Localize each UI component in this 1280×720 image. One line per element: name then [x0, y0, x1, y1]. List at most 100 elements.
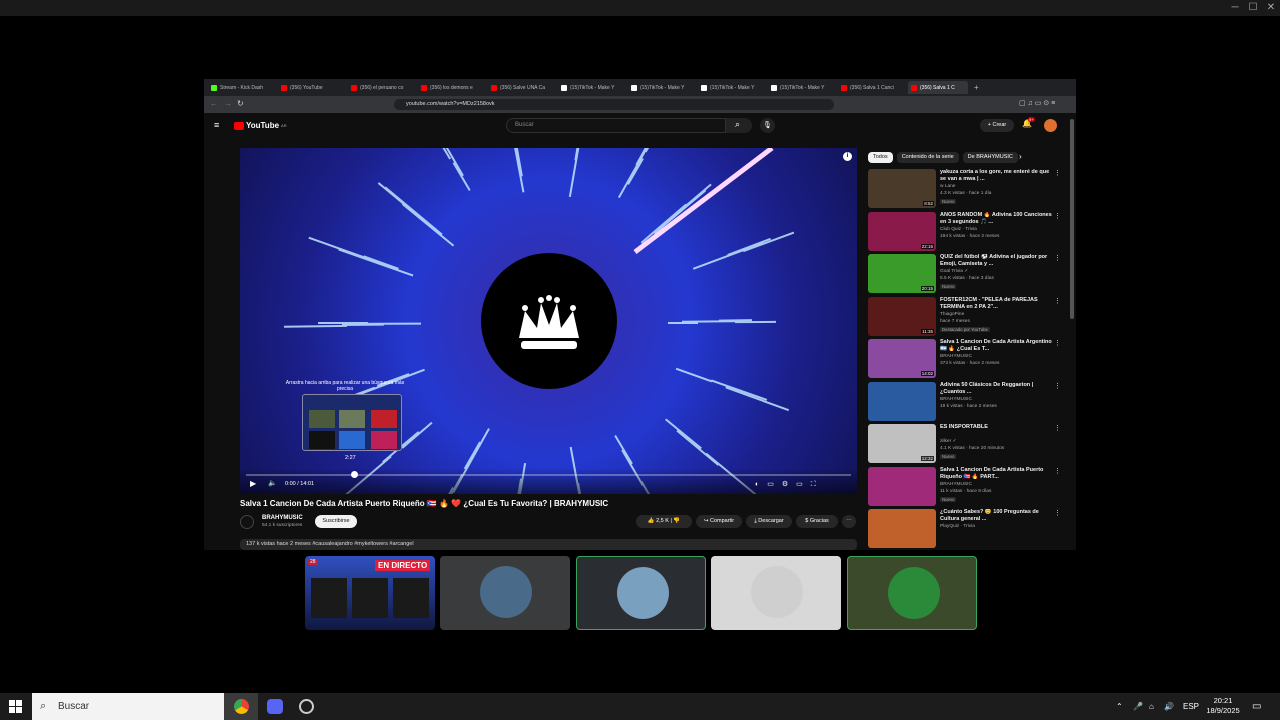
recommendation-title[interactable]: Salva 1 Cancion De Cada Artista Argentin…	[940, 339, 1052, 353]
browser-tab[interactable]: (356) Salva 1 C	[908, 81, 968, 94]
stream-tile[interactable]: EN DIRECTO 28	[305, 556, 435, 630]
description-box[interactable]: 137 k vistas hace 2 meses #causaleajandr…	[240, 539, 857, 550]
taskbar-search-label: Buscar	[58, 701, 90, 712]
channel-avatar[interactable]	[240, 515, 254, 529]
browser-tab[interactable]: (15)TikTok - Make Y	[768, 81, 838, 94]
scrubber-handle[interactable]	[351, 471, 358, 478]
account-avatar[interactable]	[1044, 119, 1057, 132]
taskbar-search[interactable]: ⌕ Buscar	[32, 693, 224, 720]
recommendation-item[interactable]: 22:16 AÑOS RANDOM 🔥 Adivina 100 Canciones…	[868, 211, 1068, 252]
clock[interactable]: 20:21 18/9/2025	[1203, 696, 1243, 716]
participant-2[interactable]	[576, 556, 706, 630]
forward-icon[interactable]: →	[224, 99, 232, 108]
share-button[interactable]: ↪ Compartir	[696, 515, 742, 528]
video-thumbnail[interactable]	[868, 381, 936, 421]
browser-tab[interactable]: (15)TikTok - Make Y	[558, 81, 628, 94]
recommendation-title[interactable]: ES INSPORTABLE	[940, 424, 1052, 438]
light-ray	[384, 186, 443, 236]
recommendation-title[interactable]: AÑOS RANDOM 🔥 Adivina 100 Canciones en 3…	[940, 212, 1052, 226]
speaker-icon[interactable]: 🔊	[1164, 693, 1174, 720]
recommendation-title[interactable]: yakuza corta a los gore, me enteré de qu…	[940, 169, 1052, 183]
new-tab-button[interactable]: +	[974, 83, 979, 92]
participant-3[interactable]	[711, 556, 841, 630]
windows-start-icon[interactable]	[9, 700, 22, 713]
recommendation-item[interactable]: Salva 1 Cancion De Cada Artista Puerto R…	[868, 466, 1068, 507]
chevron-right-icon[interactable]: ›	[1019, 152, 1022, 161]
extensions-icon[interactable]: ▢ ♫ ▭ ⊙ ≡	[1019, 99, 1055, 107]
video-thumbnail[interactable]	[868, 509, 936, 548]
maximize-button[interactable]: ☐	[1243, 2, 1263, 14]
video-thumbnail[interactable]	[868, 466, 936, 506]
download-button[interactable]: ⤓ Descargar	[746, 515, 792, 528]
subscribe-button[interactable]: Suscribirse	[315, 515, 357, 528]
like-button[interactable]: 👍 2,5 K | 👎	[636, 515, 692, 528]
participant-4[interactable]	[847, 556, 977, 630]
recommendation-item[interactable]: 12:32 ES INSPORTABLE zilker ✓ 4.1 K vistas …	[868, 424, 1068, 464]
tab-favicon	[491, 84, 497, 91]
progress-bar[interactable]	[246, 474, 851, 476]
mic-icon[interactable]: 🎙	[760, 118, 775, 133]
browser-tab[interactable]: (356) el peruano co	[348, 81, 418, 94]
recommendation-title[interactable]: FOSTER12CM - "PELEA de PAREJAS TERMINA e…	[940, 297, 1052, 311]
recommendation-item[interactable]: 11:35 FOSTER12CM - "PELEA de PAREJAS TERM…	[868, 296, 1068, 337]
obs-icon[interactable]	[299, 699, 314, 714]
language-indicator[interactable]: ESP	[1183, 693, 1199, 720]
autoplay-toggle[interactable]: ◐▭⚙▭⛶	[755, 480, 824, 489]
more-actions-button[interactable]: ⋯	[842, 515, 856, 528]
filter-chip[interactable]: De BRAHYMUSIC	[962, 152, 1018, 163]
play-icon[interactable]: ▶	[250, 479, 256, 488]
participant-1[interactable]	[440, 556, 570, 630]
info-icon[interactable]: i	[843, 152, 852, 161]
back-icon[interactable]: ←	[210, 99, 218, 108]
more-options-icon[interactable]: ⋮	[1054, 212, 1061, 220]
youtube-logo[interactable]: YouTube AR	[234, 121, 287, 130]
filter-chip[interactable]: Contenido de la serie	[896, 152, 959, 163]
recommendation-title[interactable]: ¿Cuánto Sabes? 😊 100 Preguntas de Cultur…	[940, 509, 1052, 523]
recommendation-item[interactable]: 14:02 Salva 1 Cancion De Cada Artista Arg…	[868, 339, 1068, 379]
filter-chip[interactable]: Todos	[868, 152, 893, 163]
create-button[interactable]: + Crear	[980, 119, 1014, 132]
recommendation-item[interactable]: 8:52 yakuza corta a los gore, me enteré d…	[868, 169, 1068, 209]
more-options-icon[interactable]: ⋮	[1054, 169, 1061, 177]
more-options-icon[interactable]: ⋮	[1054, 467, 1061, 475]
recommendation-item[interactable]: 20:15 QUIZ del fútbol ⚽ Adivina el jugado…	[868, 254, 1068, 294]
recommendation-title[interactable]: Adivina 50 Clásicos De Reggaeton | ¿Cuan…	[940, 382, 1052, 396]
reload-icon[interactable]: ↻	[237, 99, 244, 108]
more-options-icon[interactable]: ⋮	[1054, 509, 1061, 517]
discord-icon[interactable]	[267, 699, 283, 714]
browser-tab[interactable]: (15)TikTok - Make Y	[698, 81, 768, 94]
browser-tab[interactable]: (15)TikTok - Make Y	[628, 81, 698, 94]
more-options-icon[interactable]: ⋮	[1054, 382, 1061, 390]
thanks-button[interactable]: $ Gracias	[796, 515, 838, 528]
video-player[interactable]: Arrastra hacia arriba para realizar una …	[240, 148, 857, 494]
network-icon[interactable]: ⌂	[1149, 693, 1154, 720]
notifications-center-icon[interactable]: ▭	[1252, 693, 1261, 720]
recommendation-item[interactable]: ¿Cuánto Sabes? 😊 100 Preguntas de Cultur…	[868, 509, 1068, 549]
minimize-button[interactable]: ─	[1225, 2, 1245, 14]
search-button[interactable]: ⌕	[726, 118, 752, 133]
browser-tab[interactable]: (356) Salve UNA Ca	[488, 81, 558, 94]
recommendation-title[interactable]: Salva 1 Cancion De Cada Artista Puerto R…	[940, 467, 1052, 481]
tray-chevron-icon[interactable]: ⌃	[1116, 693, 1123, 720]
chrome-taskbar-button[interactable]	[224, 693, 258, 720]
more-options-icon[interactable]: ⋮	[1054, 424, 1061, 432]
notifications-icon[interactable]: 🔔 9+	[1022, 117, 1035, 128]
browser-tab[interactable]: (356) los demons e	[418, 81, 488, 94]
channel-name[interactable]: BRAHYMUSIC	[262, 515, 303, 521]
tab-favicon	[561, 84, 567, 91]
more-options-icon[interactable]: ⋮	[1054, 339, 1061, 347]
address-bar[interactable]: youtube.com/watch?v=MDz2158ovk	[394, 99, 834, 110]
browser-tab[interactable]: Stream - Kick Dash	[208, 81, 278, 94]
browser-tab[interactable]: (356) Salva 1 Canci	[838, 81, 908, 94]
recommendation-item[interactable]: Adivina 50 Clásicos De Reggaeton | ¿Cuan…	[868, 381, 1068, 422]
scrollbar[interactable]	[1070, 119, 1074, 319]
recommendation-title[interactable]: QUIZ del fútbol ⚽ Adivina el jugador por…	[940, 254, 1052, 268]
more-options-icon[interactable]: ⋮	[1054, 254, 1061, 262]
search-input[interactable]: Buscar	[506, 118, 726, 133]
close-button[interactable]: ✕	[1261, 2, 1280, 14]
more-options-icon[interactable]: ⋮	[1054, 297, 1061, 305]
menu-icon[interactable]: ≡	[214, 120, 219, 130]
volume-icon[interactable]: 🔈	[268, 479, 277, 487]
mic-tray-icon[interactable]: 🎤	[1133, 693, 1143, 720]
browser-tab[interactable]: (356) YouTube	[278, 81, 348, 94]
